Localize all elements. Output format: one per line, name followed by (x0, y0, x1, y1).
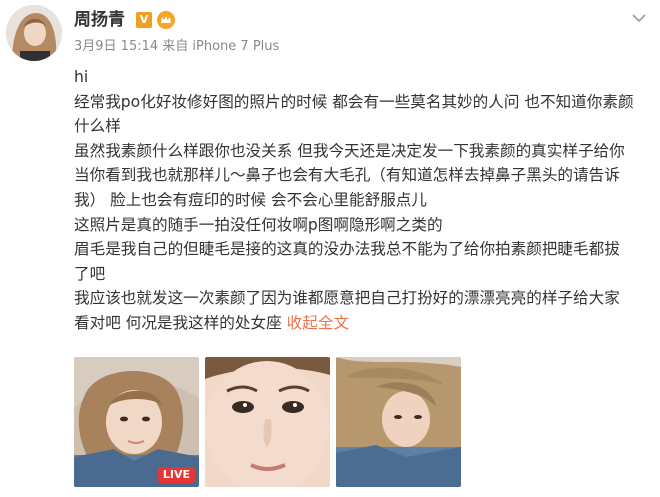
chevron-down-icon[interactable] (630, 10, 648, 24)
post-line: 这照片是真的随手一拍没任何妆啊p图啊隐形啊之类的 (74, 215, 443, 234)
post-line: 虽然我素颜什么样跟你也没关系 但我今天还是决定发一下我素颜的真实样子给你 (74, 141, 625, 160)
avatar[interactable] (6, 5, 62, 61)
photo-thumbnail-2[interactable] (205, 357, 330, 487)
post-line: 了吧 (74, 264, 106, 283)
post-line: 看对吧 何况是我这样的处女座 (74, 313, 282, 332)
post-line: 什么样 (74, 117, 121, 136)
post-line: 我应该也就发这一次素颜了因为谁都愿意把自己打扮好的漂漂亮亮的样子给大家 (74, 289, 620, 308)
post-line: 当你看到我也就那样儿～鼻子也会有大毛孔（有知道怎样去掉鼻子黑头的请告诉 (74, 166, 620, 185)
post-line: 我） 脸上也会有痘印的时候 会不会心里能舒服点儿 (74, 190, 427, 209)
post-line: hi (74, 68, 89, 86)
post-body: hi 经常我po化好妆修好图的照片的时候 都会有一些莫名其妙的人问 也不知道你素… (74, 65, 652, 336)
post-source: 来自 iPhone 7 Plus (162, 39, 280, 54)
post-line: 经常我po化好妆修好图的照片的时候 都会有一些莫名其妙的人问 也不知道你素颜 (74, 92, 634, 111)
username[interactable]: 周扬青 (74, 9, 125, 31)
verified-badge-icon: V (136, 12, 152, 28)
live-badge: LIVE (157, 467, 195, 483)
photo-thumbnail-1[interactable]: LIVE (74, 357, 199, 487)
photo-thumbnail-3[interactable] (336, 357, 461, 487)
post-line: 眉毛是我自己的但睫毛是接的这真的没办法我总不能为了给你拍素颜把睫毛都拔 (74, 240, 620, 259)
post-date[interactable]: 3月9日 15:14 (74, 39, 158, 54)
post-meta: 3月9日 15:14 来自 iPhone 7 Plus (74, 38, 279, 56)
member-crown-icon[interactable] (156, 10, 176, 30)
post-line-last: 看对吧 何况是我这样的处女座 收起全文 (74, 311, 652, 336)
collapse-fulltext-link[interactable]: 收起全文 (287, 314, 349, 332)
